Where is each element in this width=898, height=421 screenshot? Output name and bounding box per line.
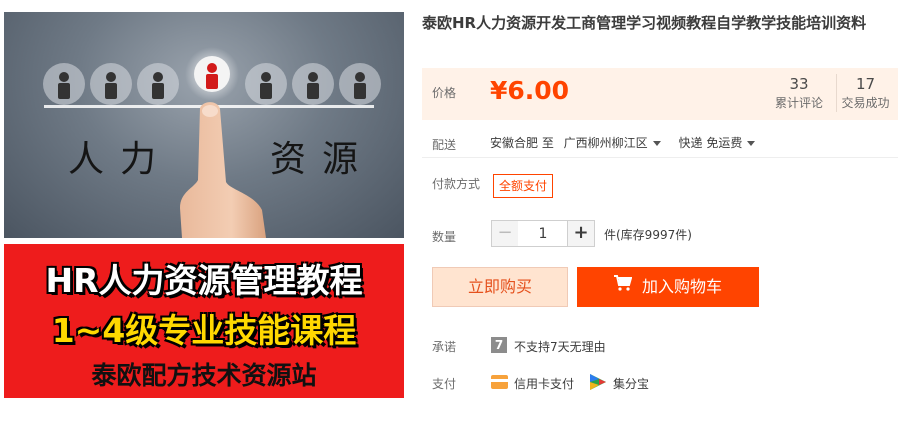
photo-left-word: 人力 bbox=[68, 139, 173, 180]
credit-card-icon bbox=[491, 375, 508, 389]
buy-now-button[interactable]: 立即购买 bbox=[432, 267, 568, 307]
full-payment-option[interactable]: 全额支付 bbox=[493, 174, 554, 198]
quantity-input[interactable] bbox=[518, 220, 568, 247]
sales-label: 交易成功 bbox=[841, 96, 890, 110]
add-to-cart-button[interactable]: 加入购物车 bbox=[577, 267, 759, 307]
credit-card-payment[interactable]: 信用卡支付 bbox=[514, 375, 574, 392]
reviews-count: 33 bbox=[789, 75, 809, 93]
banner-line-2: 1~4级专业技能课程 bbox=[51, 311, 357, 350]
price-value: ¥6.00 bbox=[490, 76, 570, 105]
promise-label: 承诺 bbox=[432, 340, 457, 354]
shipping-label: 配送 bbox=[432, 138, 457, 152]
add-to-cart-label: 加入购物车 bbox=[641, 277, 722, 296]
reviews-stat[interactable]: 33 累计评论 bbox=[770, 74, 828, 112]
caret-down-icon bbox=[747, 141, 756, 146]
shipping-method-select[interactable]: 快递 免运费 bbox=[679, 136, 756, 150]
quantity-decrease-button[interactable]: − bbox=[491, 220, 519, 247]
payment-label: 支付 bbox=[432, 377, 457, 391]
shipping-destination-select[interactable]: 广西柳州柳江区 bbox=[564, 136, 665, 150]
image-banner: HR人力资源管理教程 1~4级专业技能课程 泰欧配方技术资源站 bbox=[4, 244, 404, 398]
reviews-label: 累计评论 bbox=[774, 96, 823, 110]
shipping-method: 快递 免运费 bbox=[678, 136, 743, 150]
caret-down-icon bbox=[652, 141, 661, 146]
stock-info: 件(库存9997件) bbox=[604, 228, 692, 242]
cart-icon bbox=[613, 267, 633, 305]
sales-stat[interactable]: 17 交易成功 bbox=[836, 74, 894, 112]
promise-7-icon: 7 bbox=[491, 337, 507, 353]
shipping-from: 安徽合肥 至 bbox=[490, 136, 554, 150]
sales-count: 17 bbox=[855, 75, 876, 93]
promise-text[interactable]: 不支持7天无理由 bbox=[514, 338, 606, 355]
price-panel: 价格 ¥6.00 33 累计评论 17 交易成功 bbox=[422, 68, 898, 120]
product-main-image[interactable]: 人力 资源 HR人力资源管理教程 1~4级专业技能课程 泰欧配方技术资源站 bbox=[4, 12, 404, 398]
price-label: 价格 bbox=[432, 86, 457, 100]
jifenbao-payment[interactable]: 集分宝 bbox=[613, 375, 649, 392]
quantity-label: 数量 bbox=[432, 230, 457, 244]
banner-line-1: HR人力资源管理教程 bbox=[45, 261, 363, 300]
jifenbao-icon bbox=[590, 374, 606, 390]
people-illustration bbox=[43, 47, 381, 238]
shipping-row: 安徽合肥 至 广西柳州柳江区 快递 免运费 bbox=[490, 134, 756, 151]
payment-method-label: 付款方式 bbox=[432, 177, 481, 191]
shipping-destination: 广西柳州柳江区 bbox=[563, 136, 648, 150]
photo-right-word: 资源 bbox=[270, 139, 375, 180]
person-icons bbox=[43, 47, 381, 105]
product-title: 泰欧HR人力资源开发工商管理学习视频教程自学教学技能培训资料 bbox=[422, 14, 867, 32]
quantity-increase-button[interactable]: + bbox=[567, 220, 595, 247]
divider bbox=[422, 157, 898, 158]
banner-line-3: 泰欧配方技术资源站 bbox=[91, 361, 317, 390]
pointing-hand bbox=[180, 102, 266, 238]
